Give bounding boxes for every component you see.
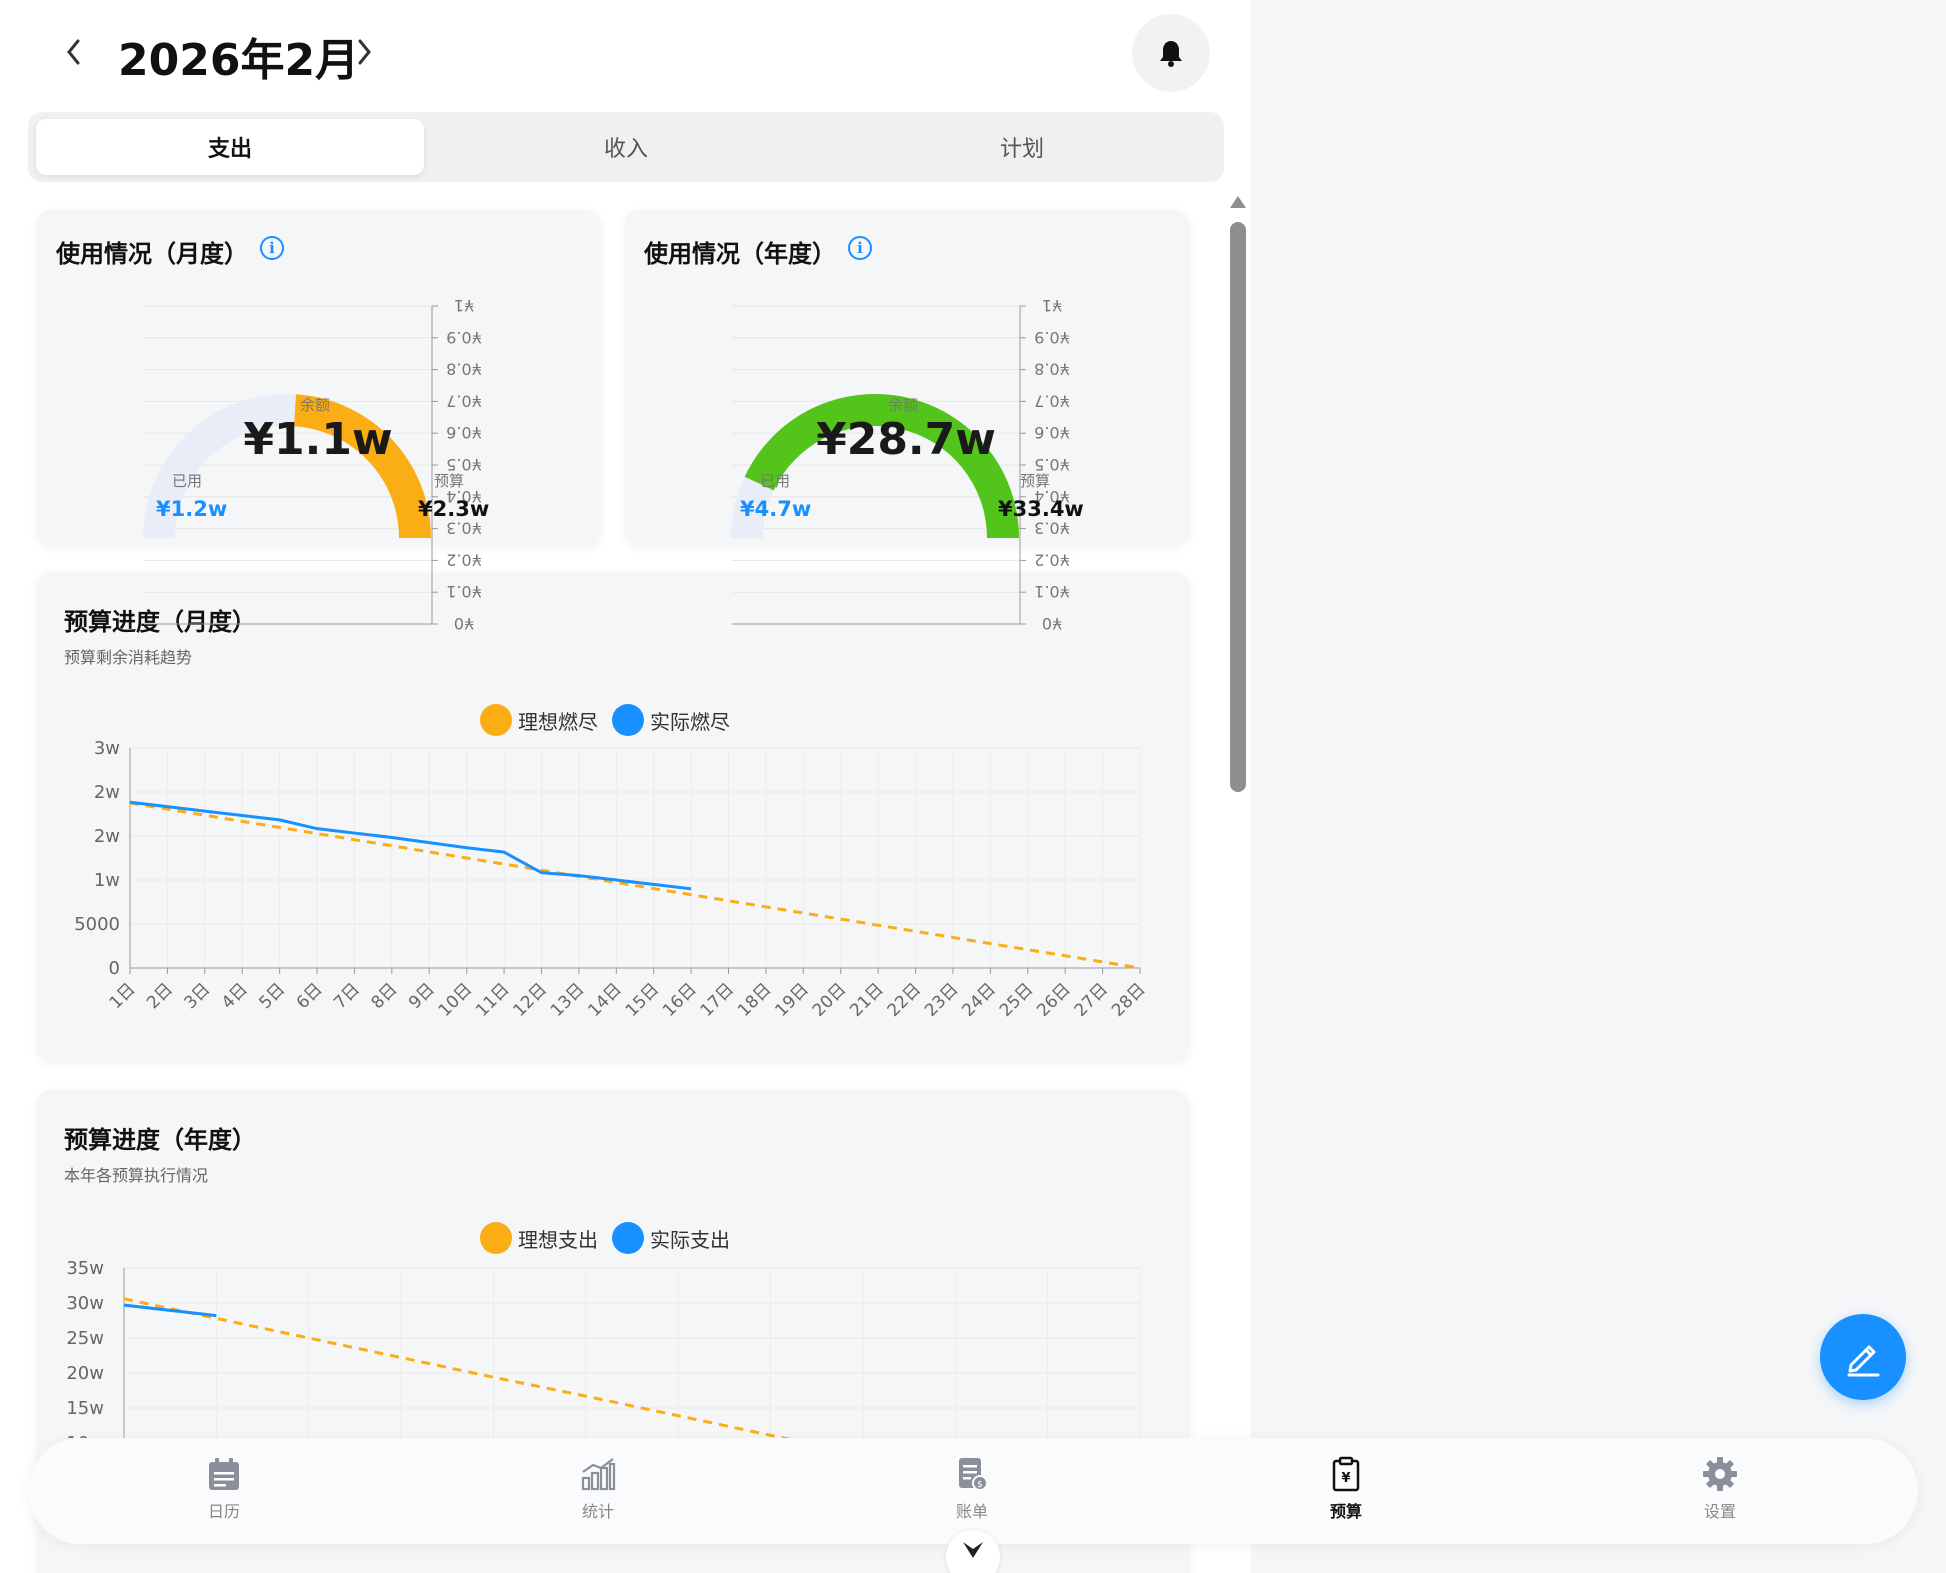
x-tick-label: 24日 [958, 979, 999, 1020]
x-tick-label: 4日 [218, 979, 252, 1013]
y-tick-label: 1w [94, 870, 120, 891]
tick-label: ¥1 [454, 296, 474, 315]
x-tick-label: 25日 [996, 979, 1037, 1020]
tick-label: ¥0.3 [446, 519, 482, 538]
gauge-remaining-value: ¥1.1w [243, 414, 393, 465]
x-tick-label: 20日 [809, 979, 850, 1020]
nav-label: 日历 [207, 1502, 240, 1521]
x-tick-label: 1日 [106, 979, 140, 1013]
tick-label: ¥0 [1042, 614, 1062, 633]
calendar-icon [209, 1458, 239, 1490]
chart-icon [581, 1458, 616, 1491]
y-tick-label: 15w [66, 1398, 104, 1419]
tick-label: ¥0.2 [446, 550, 482, 569]
nav-item-bills[interactable]: $ 账单 [912, 1456, 1032, 1522]
y-tick-label: 5000 [74, 914, 120, 935]
charts-layer: ¥1¥0.9¥0.8¥0.7¥0.6¥0.5¥0.4¥0.3¥0.2¥0.1¥0… [66, 296, 1150, 1438]
nav-item-settings[interactable]: 设置 [1660, 1456, 1780, 1522]
tick-label: ¥0.1 [1034, 582, 1070, 601]
x-tick-label: 11日 [472, 979, 513, 1020]
x-tick-label: 22日 [884, 979, 925, 1020]
tick-label: ¥0.2 [1034, 550, 1070, 569]
y-tick-label: 0 [109, 958, 120, 979]
gauge-used-value: ¥4.7w [740, 497, 812, 521]
svg-text:$: $ [977, 1480, 983, 1490]
x-tick-label: 2日 [143, 979, 177, 1013]
x-tick-label: 16日 [659, 979, 700, 1020]
x-tick-label: 21日 [846, 979, 887, 1020]
nav-label: 账单 [955, 1502, 988, 1521]
x-tick-label: 26日 [1033, 979, 1074, 1020]
x-tick-label: 27日 [1071, 979, 1112, 1020]
x-tick-label: 5日 [255, 979, 289, 1013]
gauge-used-label: 已用 [760, 472, 791, 490]
x-tick-label: 18日 [734, 979, 775, 1020]
actual-series-line [123, 1303, 217, 1318]
tick-label: ¥0.3 [1034, 519, 1070, 538]
tick-label: ¥0.9 [1034, 328, 1070, 347]
x-tick-label: 7日 [330, 979, 364, 1013]
x-tick-label: 23日 [921, 979, 962, 1020]
budget-icon: ¥ [1332, 1456, 1360, 1492]
add-record-button[interactable] [1820, 1314, 1906, 1400]
nav-item-stats[interactable]: 统计 [538, 1456, 658, 1522]
y-tick-label: 2w [94, 782, 120, 803]
tick-label: ¥0.8 [1034, 360, 1070, 379]
nav-item-budget[interactable]: ¥ 预算 [1286, 1456, 1406, 1522]
x-tick-label: 28日 [1108, 979, 1149, 1020]
edit-icon [1847, 1345, 1880, 1377]
tick-label: ¥0.6 [1034, 423, 1070, 442]
x-tick-label: 9日 [405, 979, 439, 1013]
gauge-remaining-value: ¥28.7w [816, 414, 996, 465]
x-tick-label: 14日 [584, 979, 625, 1020]
x-tick-label: 15日 [622, 979, 663, 1020]
y-tick-label: 25w [66, 1328, 104, 1349]
bottom-nav: 日历 统计 $ 账单 ¥ 预算 设置 [28, 1438, 1918, 1544]
chevron-down-icon [963, 1542, 983, 1558]
gauge-budget-value: ¥2.3w [418, 497, 490, 521]
x-tick-label: 12日 [510, 979, 551, 1020]
gauge-used-label: 已用 [172, 472, 203, 490]
y-tick-label: 30w [66, 1293, 104, 1314]
nav-label: 设置 [1703, 1502, 1736, 1521]
tick-label: ¥0.7 [1034, 391, 1070, 410]
y-tick-label: 2w [94, 826, 120, 847]
tick-label: ¥0.8 [446, 360, 482, 379]
tick-label: ¥0.9 [446, 328, 482, 347]
x-tick-label: 6日 [293, 979, 327, 1013]
gauge-budget-value: ¥33.4w [998, 497, 1084, 521]
gauge-budget-label: 预算 [1020, 472, 1051, 490]
x-tick-label: 8日 [368, 979, 402, 1013]
tick-label: ¥1 [1042, 296, 1062, 315]
gauge-used-value: ¥1.2w [156, 497, 228, 521]
nav-label: 预算 [1329, 1502, 1362, 1521]
nav-item-calendar[interactable]: 日历 [164, 1456, 284, 1522]
x-tick-label: 13日 [547, 979, 588, 1020]
budget-page: 2026年2月 支出 收入 计划 使用情况（月度） i 使用情况（年度） i 预… [0, 0, 1251, 1573]
y-tick-label: 35w [66, 1258, 104, 1279]
x-tick-label: 19日 [771, 979, 812, 1020]
y-tick-label: 3w [94, 738, 120, 759]
bill-icon: $ [959, 1458, 988, 1491]
x-tick-label: 10日 [435, 979, 476, 1020]
tick-label: ¥0 [454, 614, 474, 633]
x-tick-label: 3日 [181, 979, 215, 1013]
gauge-remaining-label: 余额 [300, 396, 331, 414]
tick-label: ¥0.6 [446, 423, 482, 442]
line-chart: 0 5000 1w 2w 2w 3w 1日 2日 3日 4日 5日 6日 7日 8日 9日10日11日12日… [74, 738, 1149, 1021]
ideal-series-line [129, 801, 1141, 970]
gauge-remaining-label: 余额 [888, 396, 919, 414]
y-tick-label: 20w [66, 1363, 104, 1384]
nav-label: 统计 [581, 1502, 614, 1521]
tick-label: ¥0.7 [446, 391, 482, 410]
gear-icon [1703, 1457, 1737, 1491]
tick-label: ¥0.1 [446, 582, 482, 601]
gauge-budget-label: 预算 [434, 472, 465, 490]
x-tick-label: 17日 [697, 979, 738, 1020]
svg-text:¥: ¥ [1341, 1471, 1350, 1486]
